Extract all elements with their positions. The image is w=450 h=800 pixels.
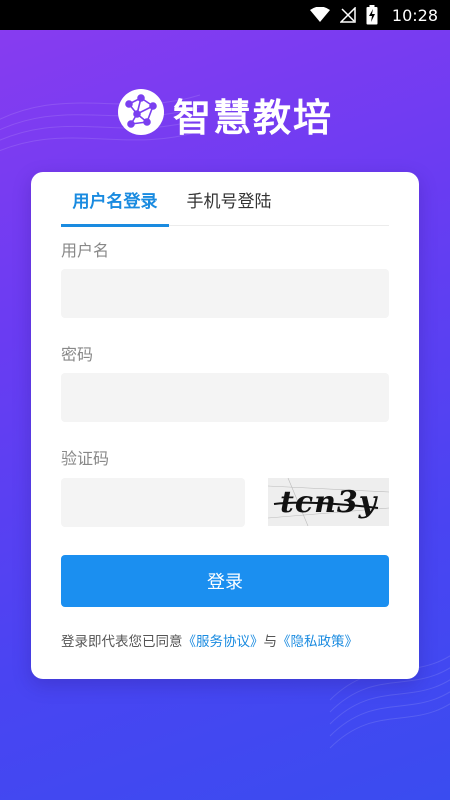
service-agreement-link[interactable]: 《服务协议》: [183, 634, 264, 650]
app-logo: 智慧教培: [0, 88, 450, 140]
app-title: 智慧教培: [172, 95, 333, 140]
network-brain-icon: [117, 88, 165, 140]
login-button[interactable]: 登录: [61, 555, 389, 607]
captcha-label: 验证码: [61, 449, 110, 468]
login-card: 用户名登录 手机号登陆 用户名 密码 验证码 tcn3y 登录 登录即代表您已同…: [31, 172, 419, 679]
captcha-image[interactable]: tcn3y: [268, 478, 389, 526]
username-label: 用户名: [61, 241, 110, 260]
battery-charging-icon: [366, 5, 378, 25]
no-signal-icon: [339, 7, 356, 23]
agreement-prefix: 登录即代表您已同意: [61, 634, 183, 650]
status-bar: 10:28: [0, 0, 450, 30]
agreement-conjunction: 与: [263, 634, 278, 650]
login-tabs: 用户名登录 手机号登陆: [61, 172, 389, 227]
agreement-text: 登录即代表您已同意《服务协议》与《隐私政策》: [61, 630, 401, 650]
privacy-policy-link[interactable]: 《隐私政策》: [277, 634, 358, 650]
captcha-input[interactable]: [61, 478, 245, 527]
password-input[interactable]: [61, 373, 389, 422]
password-label: 密码: [61, 345, 94, 364]
username-input[interactable]: [61, 269, 389, 318]
clock: 10:28: [391, 5, 438, 25]
wifi-icon: [309, 7, 330, 23]
tab-phone-login[interactable]: 手机号登陆: [169, 172, 289, 226]
tab-username-login[interactable]: 用户名登录: [61, 172, 169, 227]
